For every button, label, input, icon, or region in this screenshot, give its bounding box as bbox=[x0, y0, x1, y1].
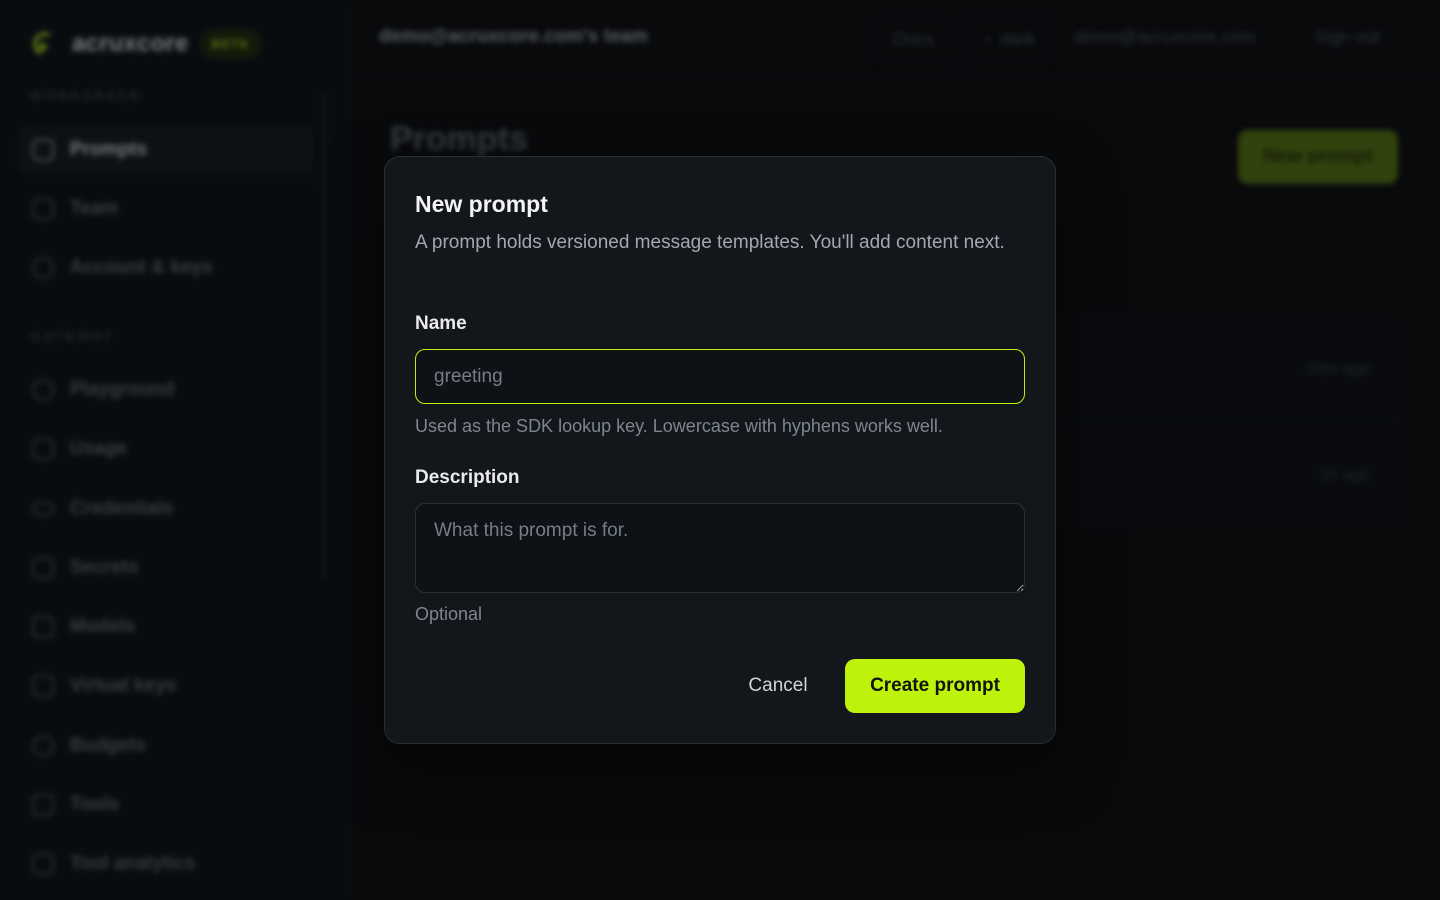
create-prompt-button[interactable]: Create prompt bbox=[845, 659, 1025, 713]
name-input[interactable] bbox=[415, 349, 1025, 404]
name-hint: Used as the SDK lookup key. Lowercase wi… bbox=[415, 416, 943, 436]
dialog-description: A prompt holds versioned message templat… bbox=[415, 232, 1005, 253]
new-prompt-dialog: New prompt A prompt holds versioned mess… bbox=[384, 156, 1056, 744]
dialog-title: New prompt bbox=[415, 191, 548, 217]
cancel-button[interactable]: Cancel bbox=[725, 659, 831, 713]
description-textarea[interactable] bbox=[415, 503, 1025, 593]
description-hint: Optional bbox=[415, 604, 483, 624]
description-label: Description bbox=[415, 467, 520, 488]
name-label: Name bbox=[415, 313, 467, 334]
